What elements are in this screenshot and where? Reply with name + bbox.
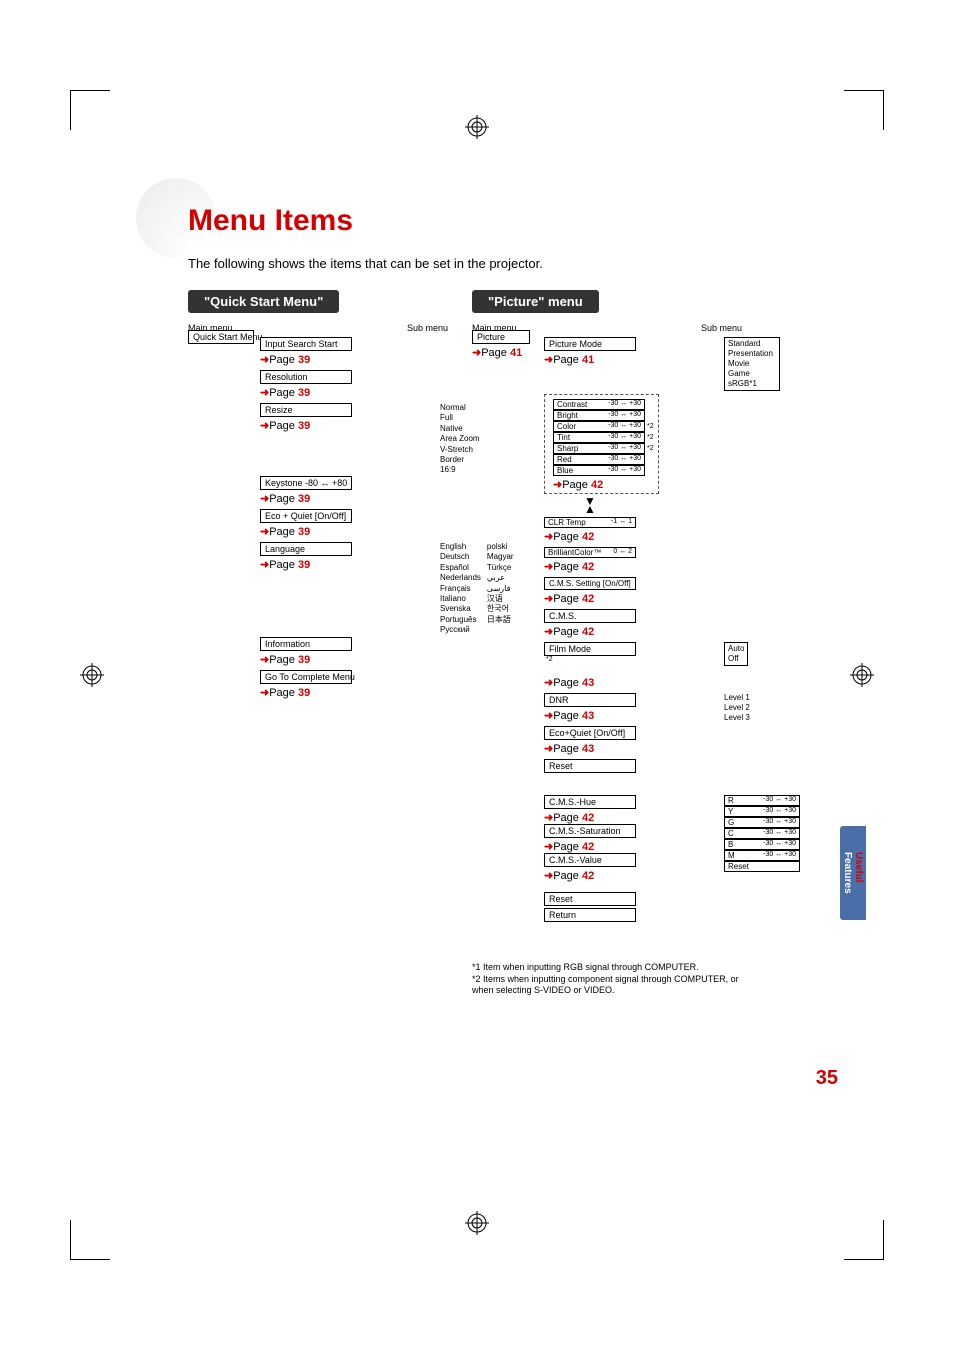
item-cms-hue: C.M.S.-Hue [544,795,636,809]
crop-mark [844,90,884,130]
quick-main-label: Quick Start Menu [188,330,254,344]
crop-mark [70,90,110,130]
item-dnr: DNR [544,693,636,707]
cms-channel-R: R-30 ↔ +30 [724,795,800,806]
item-brilliantcolor: BrilliantColor™0 ↔ 2 [544,547,636,558]
item-input-search-start: Input Search Start [260,337,352,351]
adjust-color: Color-30 ↔ +30 [553,421,645,432]
item-cms-reset: Reset [544,892,636,906]
page-ref: ➜Page 39 [260,353,458,366]
page-title: Menu Items [188,204,353,238]
item-picture-mode: Picture Mode [544,337,636,351]
cms-channel-C: C-30 ↔ +30 [724,828,800,839]
picture-adjust-group: Contrast-30 ↔ +30Bright-30 ↔ +30Color-30… [544,394,659,494]
item-film-mode: Film Mode [544,642,636,656]
registration-mark [465,115,489,139]
dnr-options: Level 1Level 2Level 3 [724,693,750,723]
adjust-contrast: Contrast-30 ↔ +30 [553,399,645,410]
item-cms-return: Return [544,908,636,922]
page-ref: ➜Page 39 [260,419,458,432]
quick-start-column: "Quick Start Menu" Main menu Sub menu Qu… [188,290,458,703]
film-mode-note: *2 [546,656,553,663]
sub-menu-header: Sub menu [407,323,448,333]
item-cms-setting: C.M.S. Setting [On/Off] [544,577,636,590]
page-ref: ➜Page 39 [260,525,458,538]
adjust-tint: Tint-30 ↔ +30 [553,432,645,443]
sub-menu-header: Sub menu [701,323,742,333]
page-number: 35 [816,1067,838,1090]
crop-mark [844,1220,884,1260]
picture-mode-options: StandardPresentationMovieGamesRGB*1 [724,337,780,391]
page-ref: ➜Page 39 [260,653,458,666]
cms-channel-M: M-30 ↔ +30 [724,850,800,861]
item-cms-val: C.M.S.-Value [544,853,636,867]
item-clr-temp: CLR Temp-1 ↔ 1 [544,517,636,528]
quick-start-pill: "Quick Start Menu" [188,290,339,313]
cms-channel-B: B-30 ↔ +30 [724,839,800,850]
registration-mark [465,1211,489,1235]
picture-main-label: Picture ➜Page 41 [472,330,530,359]
film-mode-options: AutoOff [724,642,748,666]
picture-pill: "Picture" menu [472,290,599,313]
page-ref: ➜Page 39 [260,492,458,505]
registration-mark [850,663,874,687]
cms-channel-reset: Reset [724,861,800,872]
picture-column: "Picture" menu Main menu Sub menu Pictur… [472,290,752,926]
item-eco-quiet: Eco+Quiet [On/Off] [544,726,636,740]
item-cms-sat: C.M.S.-Saturation [544,824,636,838]
page-ref: ➜Page 39 [260,386,458,399]
adjust-bright: Bright-30 ↔ +30 [553,410,645,421]
updown-arrows-icon: ▼▲ [584,497,596,514]
item-cms: C.M.S. [544,609,636,623]
footnotes: *1 Item when inputting RGB signal throug… [472,962,752,997]
adjust-blue: Blue-30 ↔ +30 [553,465,645,476]
crop-mark [70,1220,110,1260]
item-resolution: Resolution [260,370,352,384]
item-reset: Reset [544,759,636,773]
item-keystone: Keystone -80 ↔ +80 [260,476,352,490]
cms-channel-G: G-30 ↔ +30 [724,817,800,828]
item-information: Information [260,637,352,651]
page-ref: ➜Page 39 [260,558,458,571]
item-language: Language [260,542,352,556]
side-tab-useful-features: UsefulFeatures [840,826,866,920]
adjust-sharp: Sharp-30 ↔ +30 [553,443,645,454]
page-ref: ➜Page 39 [260,686,458,699]
cms-channel-list: R-30 ↔ +30Y-30 ↔ +30G-30 ↔ +30C-30 ↔ +30… [724,795,800,872]
item-resize: Resize [260,403,352,417]
item-eco-quiet: Eco + Quiet [On/Off] [260,509,352,523]
cms-channel-Y: Y-30 ↔ +30 [724,806,800,817]
adjust-red: Red-30 ↔ +30 [553,454,645,465]
page-ref: ➜Page 41 [544,353,752,366]
intro-text: The following shows the items that can b… [188,256,543,271]
registration-mark [80,663,104,687]
item-goto-complete: Go To Complete Menu [260,670,352,684]
